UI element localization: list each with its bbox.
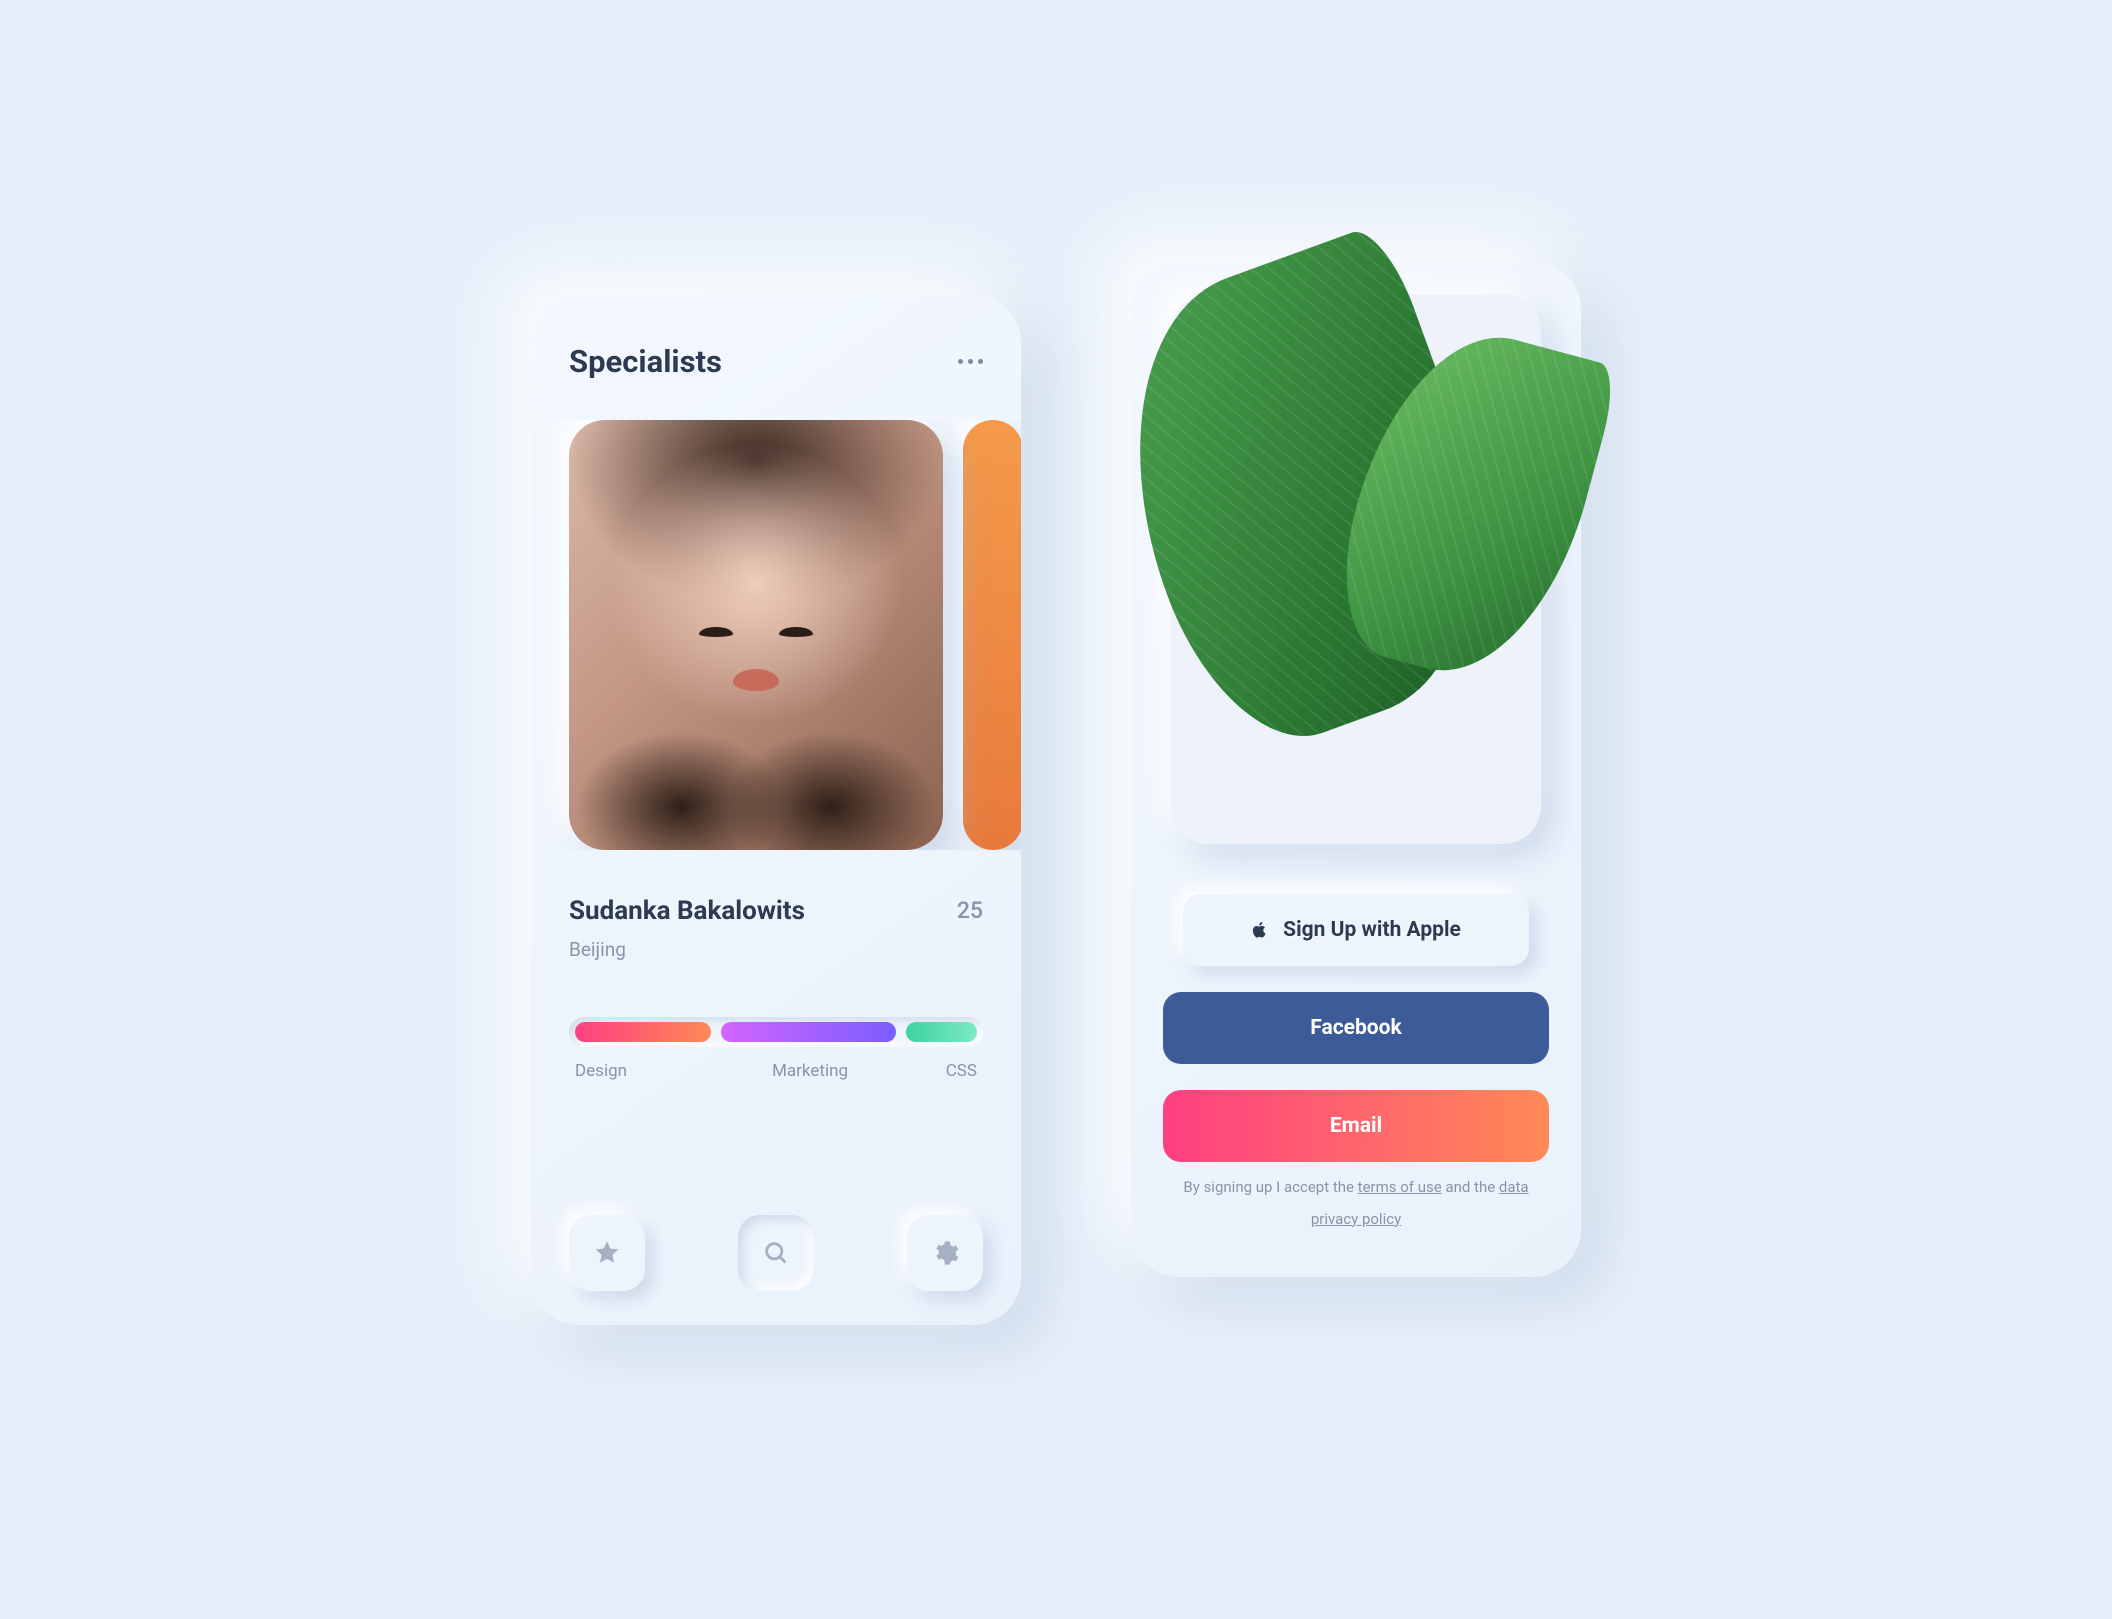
skill-segment-design [575, 1022, 711, 1042]
button-label: Email [1330, 1114, 1382, 1138]
skill-segment-marketing [721, 1022, 896, 1042]
search-icon [762, 1239, 790, 1267]
specialist-cards[interactable] [531, 420, 1021, 850]
skill-label: CSS [902, 1061, 977, 1081]
skill-label: Marketing [718, 1061, 902, 1081]
button-label: Sign Up with Apple [1283, 918, 1461, 942]
signup-apple-button[interactable]: Sign Up with Apple [1183, 894, 1529, 966]
settings-button[interactable] [907, 1215, 983, 1291]
button-label: Facebook [1310, 1016, 1401, 1040]
favorites-button[interactable] [569, 1215, 645, 1291]
skill-segment-css [906, 1022, 977, 1042]
specialist-location: Beijing [531, 926, 1021, 961]
signup-facebook-button[interactable]: Facebook [1163, 992, 1549, 1064]
signup-screen: Sign Up with Apple Facebook Email By sig… [1131, 262, 1581, 1277]
hero-image [1171, 294, 1541, 844]
star-icon [593, 1239, 621, 1267]
search-button[interactable] [738, 1215, 814, 1291]
skill-label: Design [575, 1061, 718, 1081]
legal-text: By signing up I accept the terms of use … [1175, 1172, 1537, 1235]
apple-icon [1251, 920, 1269, 940]
screen-title: Specialists [569, 343, 722, 380]
specialists-screen: Specialists Sudanka Bakalowits 25 Beijin… [531, 295, 1021, 1325]
signup-email-button[interactable]: Email [1163, 1090, 1549, 1162]
specialist-photo-next[interactable] [963, 420, 1021, 850]
more-icon[interactable] [958, 359, 983, 364]
gear-icon [931, 1239, 959, 1267]
skills-bar [569, 1017, 983, 1047]
terms-link[interactable]: terms of use [1358, 1178, 1442, 1196]
specialist-age: 25 [957, 897, 983, 924]
specialist-photo[interactable] [569, 420, 943, 850]
specialist-name: Sudanka Bakalowits [569, 896, 805, 926]
bottom-nav [569, 1215, 983, 1291]
